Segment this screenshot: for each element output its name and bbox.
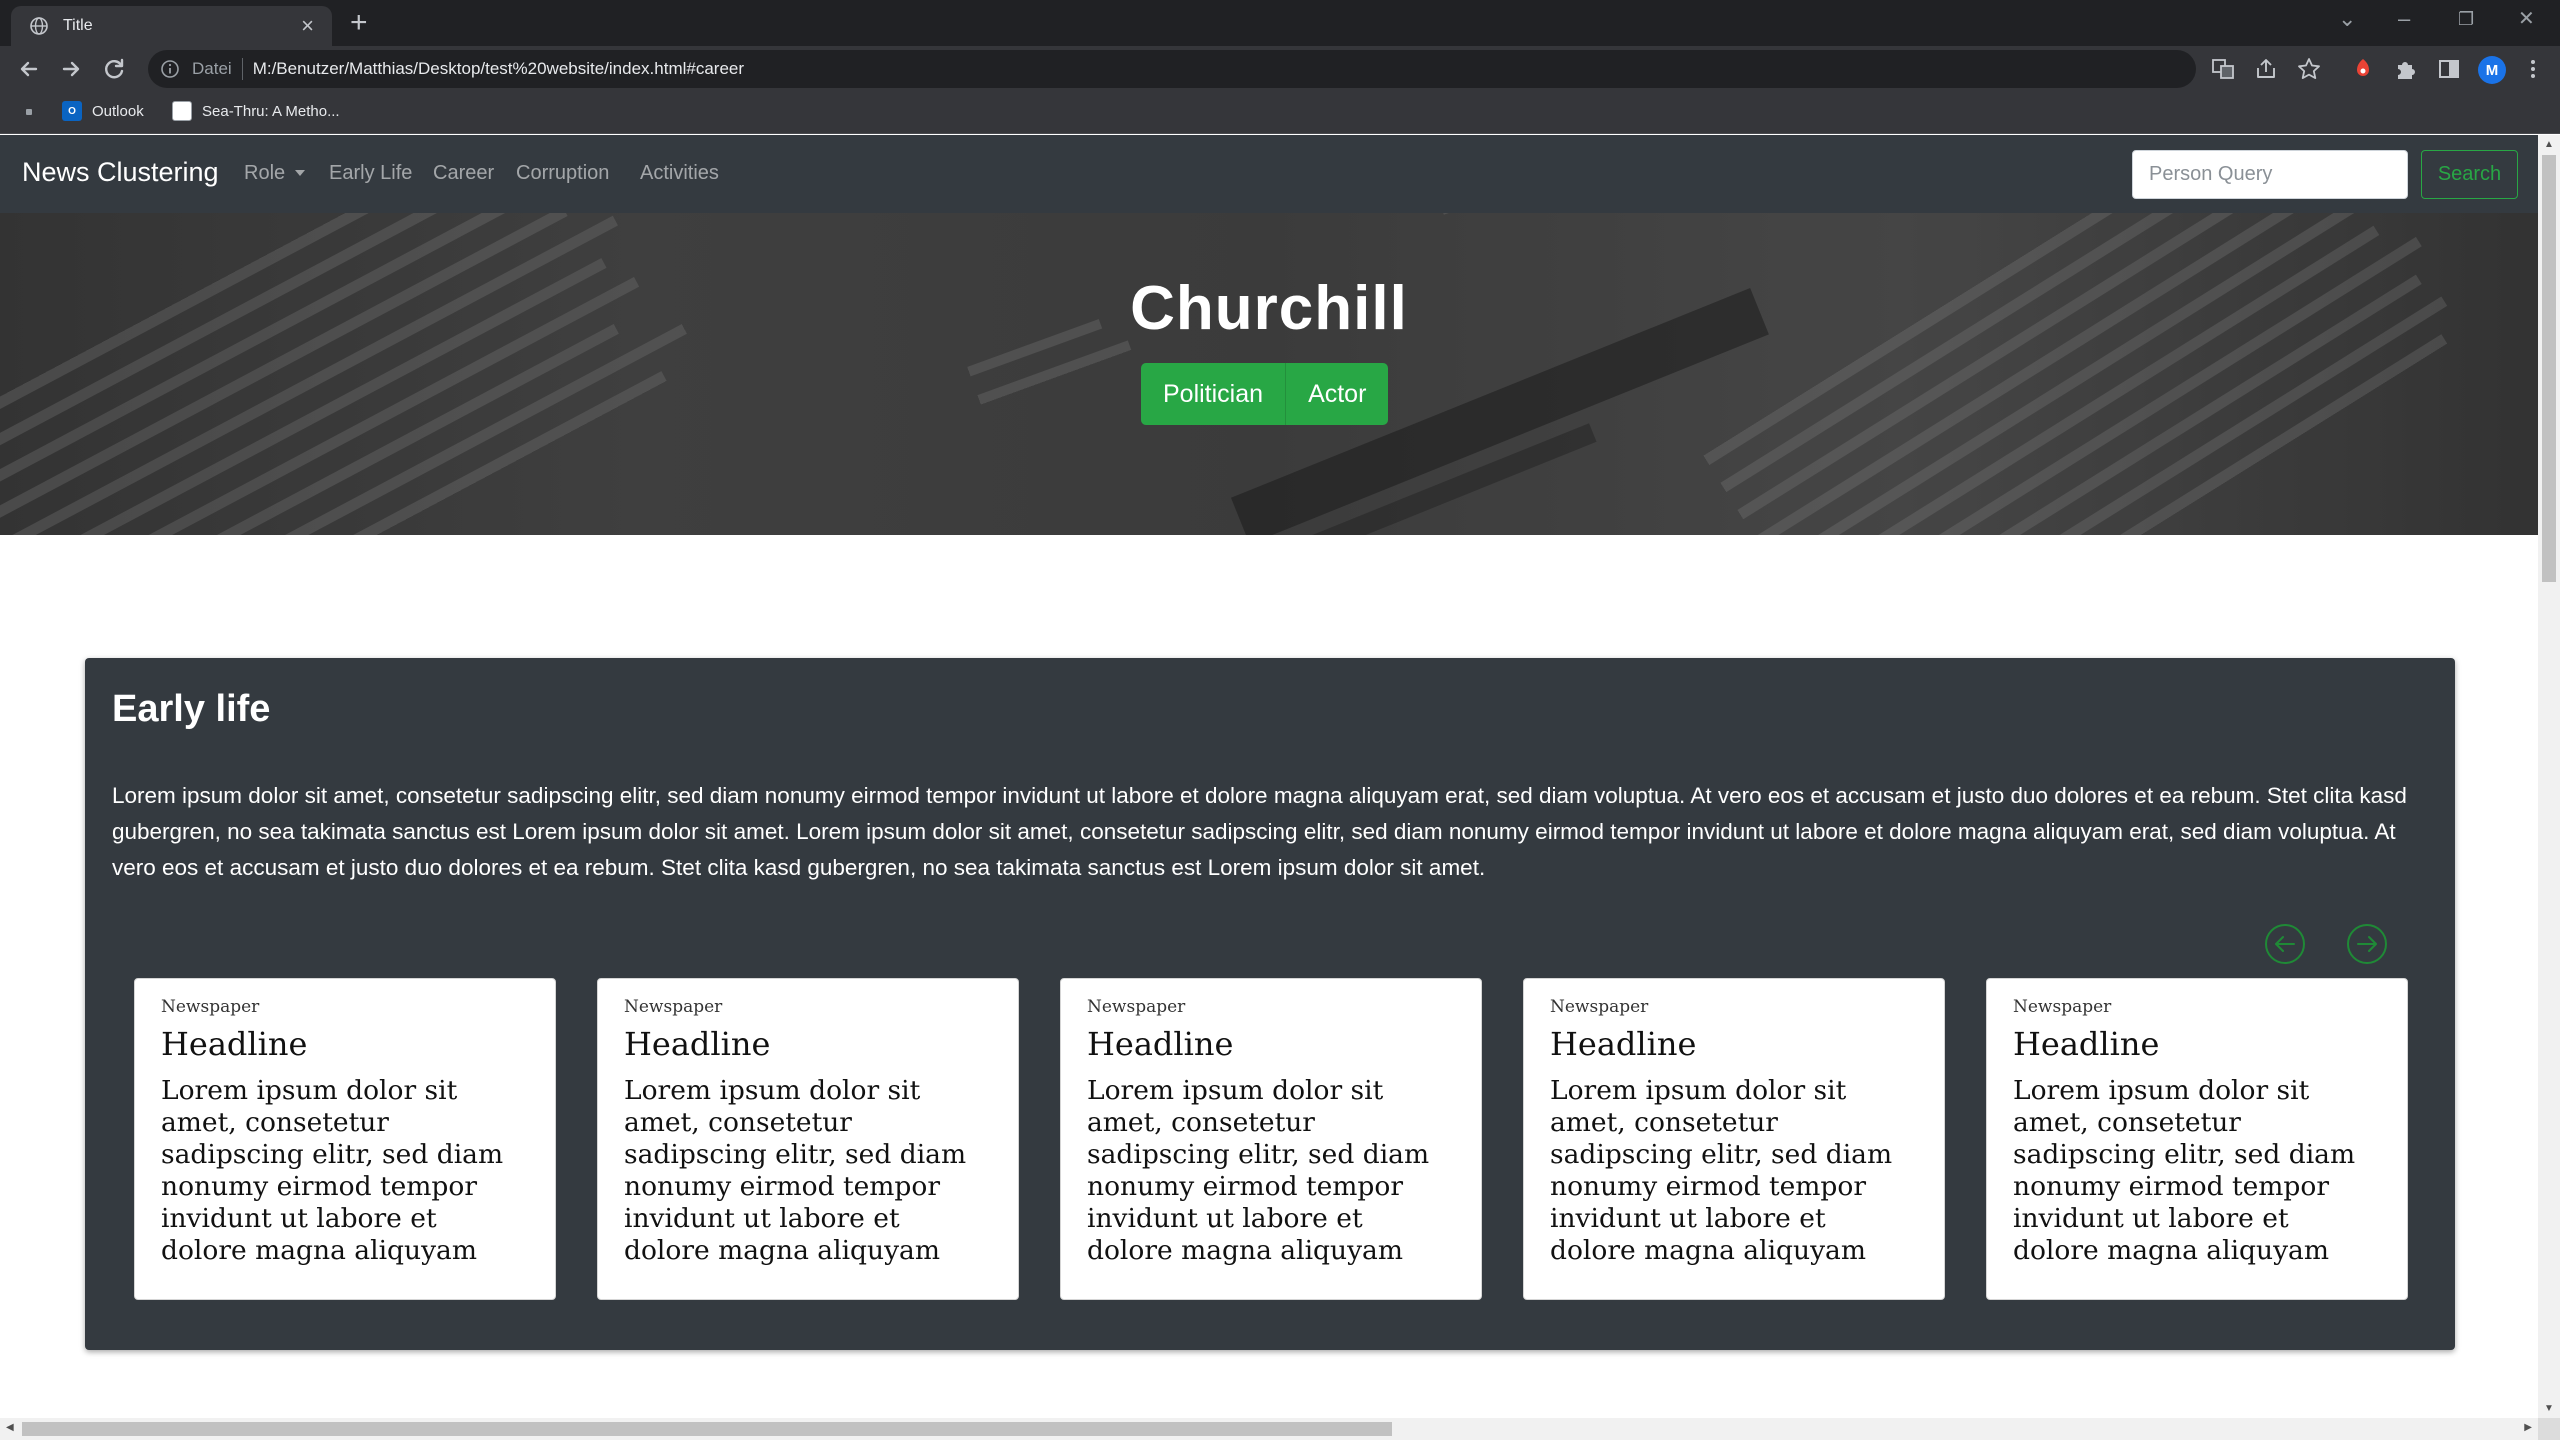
new-tab-button[interactable]: + [350, 6, 368, 40]
card-body: Lorem ipsum dolor sit amet, consetetur s… [161, 1075, 504, 1266]
address-bar[interactable]: Datei M:/Benutzer/Matthias/Desktop/test%… [148, 50, 2196, 88]
bookmark-label: Outlook [92, 102, 144, 120]
tab-search-button[interactable]: ⌄ [2338, 4, 2356, 34]
section-description: Lorem ipsum dolor sit amet, consetetur s… [112, 783, 2407, 880]
arrow-left-icon[interactable] [14, 54, 44, 84]
card-source: Newspaper [2013, 997, 2112, 1017]
card-headline: Headline [624, 1025, 771, 1063]
scroll-left-icon[interactable]: ◀ [6, 1422, 14, 1433]
scroll-right-icon[interactable]: ▶ [2524, 1422, 2532, 1433]
nav-role-dropdown[interactable]: Role [244, 162, 306, 185]
kebab-menu-icon[interactable] [2520, 56, 2546, 82]
person-query-input[interactable] [2132, 150, 2408, 199]
url-separator [241, 58, 243, 80]
early-life-section: Early life Lorem ipsum dolor sit amet, c… [85, 658, 2455, 1350]
card-headline: Headline [161, 1025, 308, 1063]
globe-icon [30, 17, 48, 35]
translate-icon[interactable] [2210, 56, 2236, 82]
nav-link-corruption[interactable]: Corruption [516, 162, 609, 185]
chevron-left-circle-icon[interactable] [2263, 922, 2307, 966]
card-headline: Headline [1550, 1025, 1697, 1063]
vertical-scrollbar[interactable]: ▲ ▼ [2538, 135, 2560, 1418]
profile-avatar[interactable]: M [2478, 56, 2506, 84]
role-button-group: Politician Actor [1141, 363, 1389, 425]
person-name-title: Churchill [1130, 274, 1408, 343]
card-body: Lorem ipsum dolor sit amet, consetetur s… [2013, 1075, 2356, 1266]
url-scheme-label: Datei [192, 59, 232, 78]
card-source: Newspaper [161, 997, 260, 1017]
card-source: Newspaper [1087, 997, 1186, 1017]
navbar-brand[interactable]: News Clustering [22, 157, 219, 188]
page-viewport: News Clustering Role Early Life Career C… [0, 135, 2538, 1418]
browser-tab[interactable]: Title × [11, 6, 332, 46]
news-card[interactable]: Newspaper Headline Lorem ipsum dolor sit… [134, 978, 556, 1300]
bookmark-label: Sea-Thru: A Metho... [202, 102, 340, 120]
news-card[interactable]: Newspaper Headline Lorem ipsum dolor sit… [597, 978, 1019, 1300]
minimize-button[interactable]: – [2398, 4, 2410, 34]
browser-toolbar: Datei M:/Benutzer/Matthias/Desktop/test%… [0, 46, 2560, 92]
page-icon [172, 101, 192, 121]
role-actor-button[interactable]: Actor [1286, 363, 1389, 425]
nav-link-career[interactable]: Career [433, 162, 494, 185]
search-button[interactable]: Search [2421, 150, 2518, 199]
chevron-right-circle-icon[interactable] [2345, 922, 2389, 966]
card-source: Newspaper [624, 997, 723, 1017]
section-title: Early life [112, 688, 271, 730]
card-headline: Headline [2013, 1025, 2160, 1063]
arrow-right-icon[interactable] [56, 54, 86, 84]
card-headline: Headline [1087, 1025, 1234, 1063]
vertical-scroll-thumb[interactable] [2542, 155, 2556, 582]
tab-close-button[interactable]: × [301, 15, 314, 37]
close-window-button[interactable]: ✕ [2518, 4, 2535, 34]
info-icon[interactable] [160, 59, 180, 79]
horizontal-scrollbar[interactable]: ◀ ▶ [0, 1418, 2538, 1440]
horizontal-scroll-thumb[interactable] [22, 1422, 1392, 1436]
role-politician-button[interactable]: Politician [1141, 363, 1287, 425]
news-card[interactable]: Newspaper Headline Lorem ipsum dolor sit… [1986, 978, 2408, 1300]
tab-title: Title [63, 17, 93, 34]
nav-link-early-life[interactable]: Early Life [329, 162, 412, 185]
card-body: Lorem ipsum dolor sit amet, consetetur s… [1550, 1075, 1893, 1266]
browser-tab-strip: Title × + ⌄ – ❐ ✕ [0, 0, 2560, 46]
apps-icon[interactable] [26, 109, 32, 115]
site-navbar: News Clustering Role Early Life Career C… [0, 135, 2538, 213]
card-body: Lorem ipsum dolor sit amet, consetetur s… [1087, 1075, 1430, 1266]
nav-link-activities[interactable]: Activities [640, 162, 719, 185]
nav-role-label: Role [244, 162, 286, 184]
bookmarks-bar: O Outlook Sea-Thru: A Metho... [0, 92, 2560, 134]
bookmark-outlook[interactable]: O Outlook [62, 101, 144, 121]
restore-button[interactable]: ❐ [2458, 4, 2474, 34]
extension-icon[interactable] [2350, 56, 2376, 82]
hero-banner: Churchill Politician Actor [0, 213, 2538, 535]
news-card[interactable]: Newspaper Headline Lorem ipsum dolor sit… [1523, 978, 1945, 1300]
card-source: Newspaper [1550, 997, 1649, 1017]
puzzle-icon[interactable] [2393, 56, 2419, 82]
scroll-down-icon[interactable]: ▼ [2544, 1403, 2554, 1414]
bookmark-sea-thru[interactable]: Sea-Thru: A Metho... [172, 101, 340, 121]
scrollbar-corner [2538, 1418, 2560, 1440]
caret-down-icon [295, 170, 306, 176]
card-body: Lorem ipsum dolor sit amet, consetetur s… [624, 1075, 967, 1266]
url-text[interactable]: M:/Benutzer/Matthias/Desktop/test%20webs… [253, 59, 744, 79]
scroll-up-icon[interactable]: ▲ [2544, 139, 2554, 150]
share-icon[interactable] [2253, 56, 2279, 82]
news-card[interactable]: Newspaper Headline Lorem ipsum dolor sit… [1060, 978, 1482, 1300]
outlook-icon: O [62, 101, 82, 121]
star-icon[interactable] [2296, 56, 2322, 82]
side-panel-icon[interactable] [2436, 56, 2462, 82]
reload-icon[interactable] [100, 54, 130, 84]
